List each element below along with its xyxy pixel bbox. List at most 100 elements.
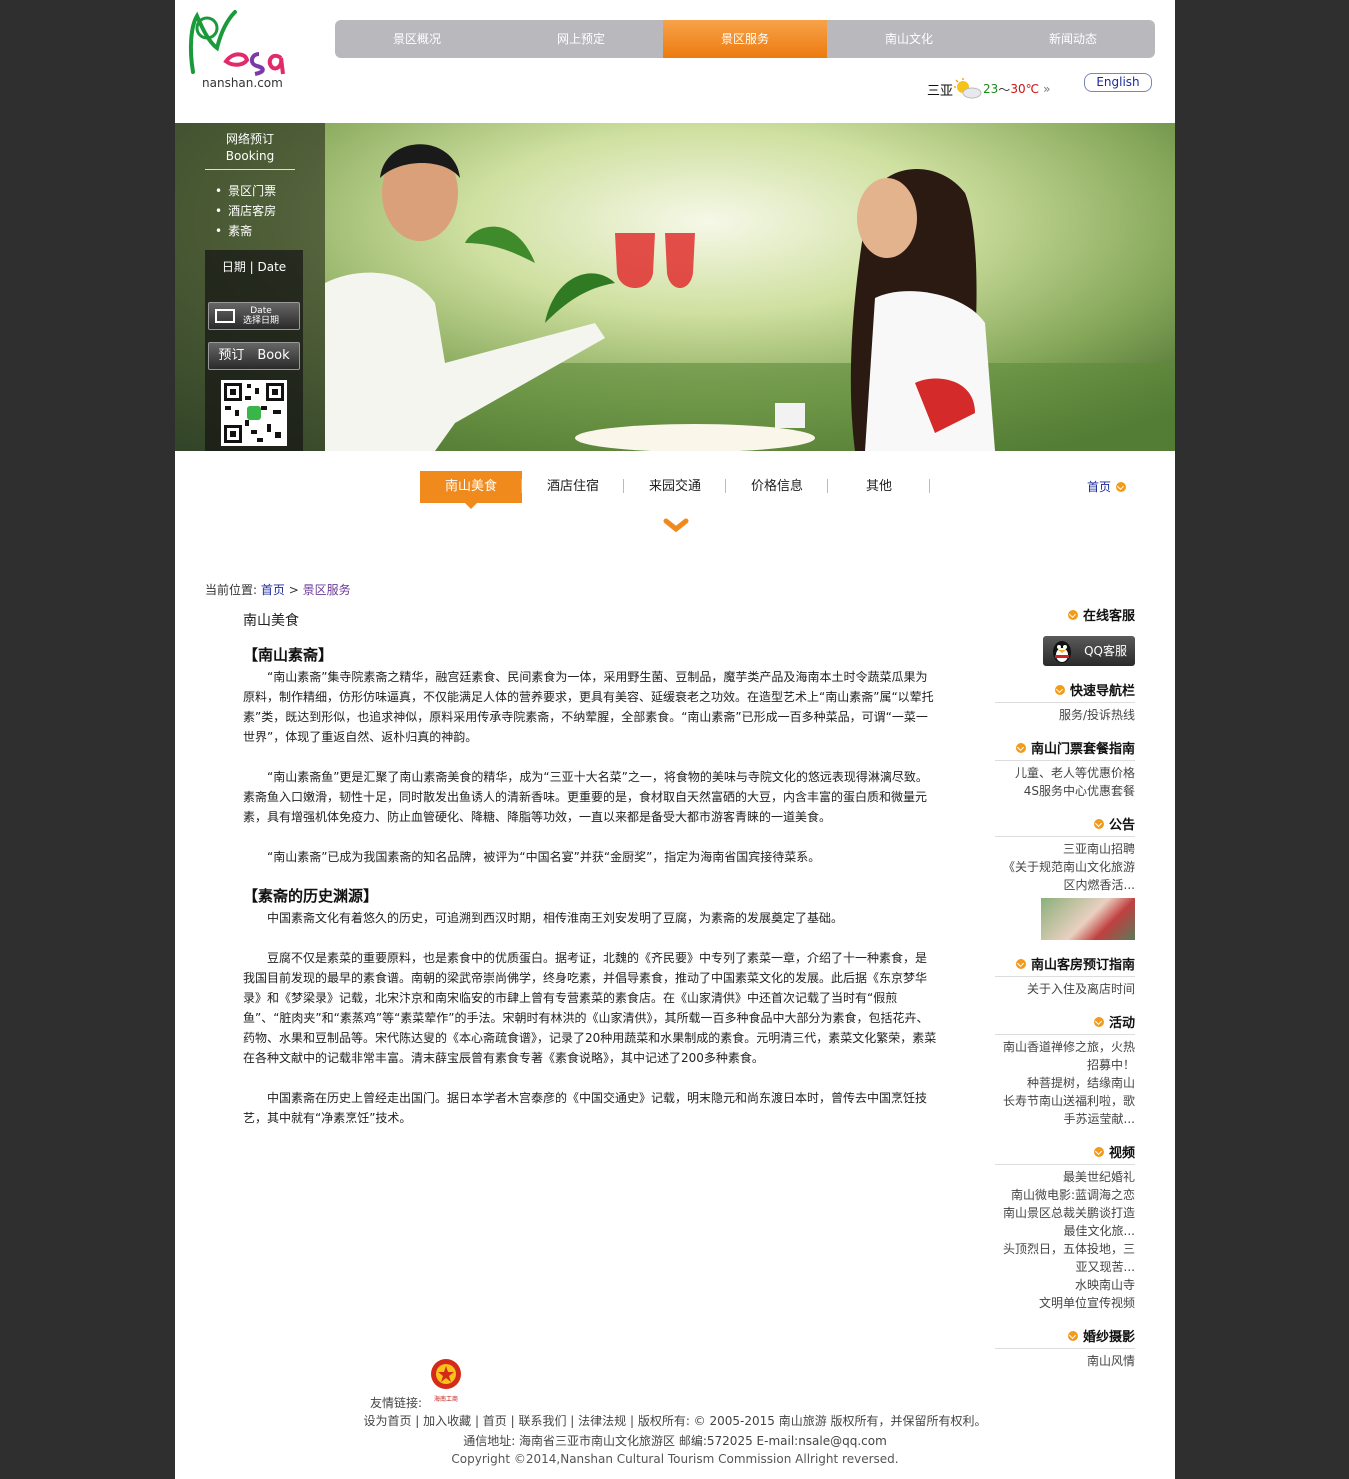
sidebar-link[interactable]: 南山景区总裁关鹏谈打造 — [995, 1204, 1135, 1222]
chevron-circle-icon — [1015, 958, 1026, 969]
sidebar-activity: 活动 南山香道禅修之旅，火热 招募中！ 种菩提树，结缘南山 长寿节南山送福利啦，… — [995, 1012, 1135, 1128]
chevron-down-icon — [663, 518, 689, 533]
chevron-circle-icon — [1093, 818, 1104, 829]
sidebar-video: 视频 最美世纪婚礼 南山微电影:蓝调海之恋 南山景区总裁关鹏谈打造 最佳文化旅.… — [995, 1142, 1135, 1312]
date-label: 日期 | Date — [221, 260, 287, 274]
sidebar-heading-text: 活动 — [1108, 1016, 1135, 1031]
chevron-circle-icon — [1067, 609, 1078, 620]
sidebar-heading: 快速导航栏 — [995, 680, 1135, 703]
sidebar-heading-text: 公告 — [1108, 818, 1135, 833]
sidebar-link[interactable]: 种菩提树，结缘南山 — [995, 1074, 1135, 1092]
date-box: 日期 | Date Date 选择日期 预订 Book — [205, 250, 303, 451]
sidebar-wedding: 婚纱摄影 南山风情 — [995, 1326, 1135, 1370]
chevron-circle-icon — [1116, 481, 1127, 492]
chevron-circle-icon — [1054, 684, 1065, 695]
book-button[interactable]: 预订 Book — [208, 342, 300, 370]
sidebar-link[interactable]: 长寿节南山送福利啦，歌 — [995, 1092, 1135, 1110]
section-heading-history: 【素斋的历史渊源】 — [243, 887, 379, 905]
tab-hotel[interactable]: 酒店住宿 — [522, 471, 624, 503]
booking-panel: 网络预订 Booking 景区门票 酒店客房 素斋 日期 | Date Date… — [175, 123, 325, 451]
partly-cloudy-icon — [954, 78, 982, 99]
booking-item-vegetarian[interactable]: 素斋 — [215, 221, 276, 241]
sidebar-wedding-photo[interactable] — [1041, 898, 1135, 940]
paragraph: 豆腐不仅是素菜的重要原料，也是素食中的优质蛋白。据考证，北魏的《齐民要》中专列了… — [243, 951, 937, 1065]
sidebar-link[interactable]: 《关于规范南山文化旅游 — [995, 858, 1135, 876]
qr-code-icon — [221, 380, 287, 446]
sidebar-link[interactable]: 服务/投诉热线 — [995, 706, 1135, 724]
weather-temp-high: 30℃ — [1010, 82, 1040, 96]
sidebar-heading: 在线客服 — [995, 605, 1135, 627]
business-license-badge-icon[interactable]: 海南工商 — [428, 1356, 464, 1404]
weather-more-icon[interactable]: » — [1043, 82, 1050, 96]
sidebar-heading-text: 快速导航栏 — [1069, 684, 1135, 699]
sidebar-link[interactable]: 南山香道禅修之旅，火热 — [995, 1038, 1135, 1056]
footer-links[interactable]: 设为首页 | 加入收藏 | 首页 | 联系我们 | 法律法规 | 版权所有: ©… — [175, 1412, 1175, 1429]
page: nanshan.com 景区概况 网上预定 景区服务 南山文化 新闻动态 三亚 … — [175, 0, 1175, 1479]
sidebar-link[interactable]: 关于入住及离店时间 — [995, 980, 1135, 998]
page-title: 南山美食 — [243, 613, 299, 629]
sidebar-heading-text: 南山客房预订指南 — [1030, 958, 1135, 973]
chevron-circle-icon — [1067, 1330, 1078, 1341]
sidebar-link[interactable]: 4S服务中心优惠套餐 — [995, 782, 1135, 800]
sidebar: 在线客服 QQ客服 快速导航栏 服务/投诉热线 南山门票套餐指南 儿童、老人等优… — [995, 605, 1135, 1384]
nav-item-news[interactable]: 新闻动态 — [991, 20, 1155, 58]
paragraph: “南山素斋鱼”更是汇聚了南山素斋美食的精华，成为“三亚十大名菜”之一，将食物的美… — [243, 770, 928, 824]
booking-item-tickets[interactable]: 景区门票 — [215, 181, 276, 201]
main-nav: 景区概况 网上预定 景区服务 南山文化 新闻动态 — [335, 20, 1155, 58]
nav-item-online-booking[interactable]: 网上预定 — [499, 20, 663, 58]
weather-widget[interactable]: 三亚 23 ～ 30℃ » — [927, 78, 1050, 100]
chevron-circle-icon — [1015, 742, 1026, 753]
english-button[interactable]: English — [1084, 73, 1152, 92]
sidebar-link[interactable]: 儿童、老人等优惠价格 — [995, 764, 1135, 782]
subnav-home-label: 首页 — [1087, 480, 1112, 494]
sidebar-link[interactable]: 招募中！ — [995, 1056, 1135, 1074]
booking-item-hotel[interactable]: 酒店客房 — [215, 201, 276, 221]
tab-other[interactable]: 其他 — [828, 471, 930, 503]
sidebar-room-guide: 南山客房预订指南 关于入住及离店时间 — [995, 954, 1135, 998]
tab-prices[interactable]: 价格信息 — [726, 471, 828, 503]
footer-copyright: Copyright ©2014,Nanshan Cultural Tourism… — [451, 1452, 899, 1466]
site-logo[interactable]: nanshan.com — [187, 8, 287, 93]
article: 南山美食 【南山素斋】 “南山素斋”集寺院素斋之精华，融宫廷素食、民间素食为一体… — [243, 610, 937, 1148]
sidebar-heading: 活动 — [995, 1012, 1135, 1035]
sidebar-link[interactable]: 手苏运莹献... — [995, 1110, 1135, 1128]
sidebar-link[interactable]: 南山风情 — [995, 1352, 1135, 1370]
sidebar-link[interactable]: 水映南山寺 — [995, 1276, 1135, 1294]
sidebar-link[interactable]: 亚又现苦... — [995, 1258, 1135, 1276]
paragraph: 中国素斋文化有着悠久的历史，可追溯到西汉时期，相传淮南王刘安发明了豆腐，为素斋的… — [267, 911, 844, 925]
sidebar-heading-text: 视频 — [1108, 1146, 1135, 1161]
weather-temp-low: 23 — [983, 82, 999, 96]
qq-penguin-icon — [1053, 641, 1071, 663]
sidebar-heading-text: 婚纱摄影 — [1082, 1330, 1135, 1345]
sidebar-link[interactable]: 三亚南山招聘 — [995, 840, 1135, 858]
qq-button-label: QQ客服 — [1084, 644, 1127, 658]
weather-separator: ～ — [998, 82, 1011, 97]
sidebar-link[interactable]: 文明单位宣传视频 — [995, 1294, 1135, 1312]
sidebar-link[interactable]: 头顶烈日，五体投地，三 — [995, 1240, 1135, 1258]
chevron-circle-icon — [1093, 1146, 1104, 1157]
breadcrumb-home[interactable]: 首页 — [261, 583, 285, 597]
sidebar-link[interactable]: 最美世纪婚礼 — [995, 1168, 1135, 1186]
qq-service-button[interactable]: QQ客服 — [1043, 636, 1135, 666]
nav-item-services[interactable]: 景区服务 — [663, 20, 827, 58]
sidebar-link[interactable]: 最佳文化旅... — [995, 1222, 1135, 1240]
subnav-home-link[interactable]: 首页 — [1087, 478, 1127, 495]
nav-item-culture[interactable]: 南山文化 — [827, 20, 991, 58]
sidebar-notice: 公告 三亚南山招聘 《关于规范南山文化旅游 区内燃香活... — [995, 814, 1135, 940]
weather-city: 三亚 — [927, 83, 954, 99]
breadcrumb-separator: > — [288, 583, 299, 597]
sidebar-heading: 南山客房预订指南 — [995, 954, 1135, 977]
sidebar-heading-text: 南山门票套餐指南 — [1030, 742, 1135, 757]
tab-transport[interactable]: 来园交通 — [624, 471, 726, 503]
footer-address: 通信地址: 海南省三亚市南山文化旅游区 邮编:572025 E-mail:nsa… — [463, 1434, 887, 1448]
sidebar-link[interactable]: 南山微电影:蓝调海之恋 — [995, 1186, 1135, 1204]
sidebar-quick-nav: 快速导航栏 服务/投诉热线 — [995, 680, 1135, 724]
tab-food[interactable]: 南山美食 — [420, 471, 522, 509]
booking-title: 网络预订 Booking — [205, 131, 295, 165]
breadcrumb-current[interactable]: 景区服务 — [303, 583, 351, 597]
paragraph: 中国素斋在历史上曾经走出国门。据日本学者木宫泰彦的《中国交通史》记载，明末隐元和… — [243, 1091, 928, 1125]
select-date-button[interactable]: Date 选择日期 — [208, 302, 300, 330]
nav-item-overview[interactable]: 景区概况 — [335, 20, 499, 58]
sidebar-link[interactable]: 区内燃香活... — [995, 876, 1135, 894]
date-button-top: Date — [250, 306, 272, 316]
